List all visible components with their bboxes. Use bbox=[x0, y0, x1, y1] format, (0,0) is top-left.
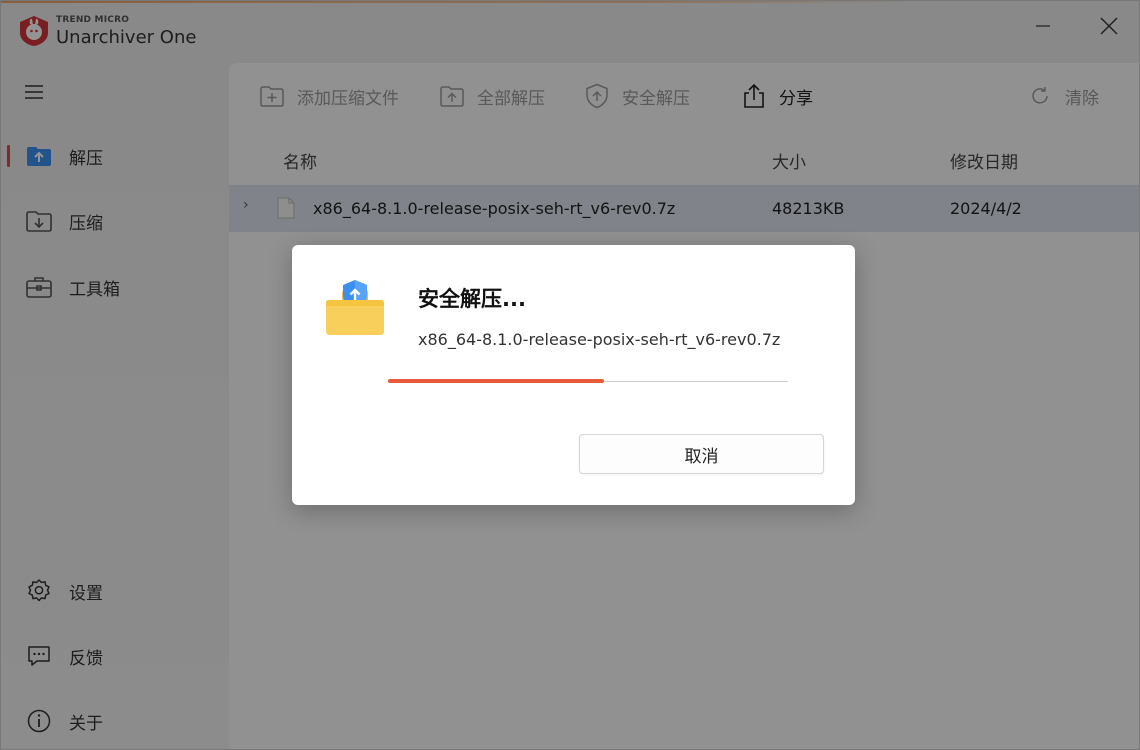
progress-bar bbox=[388, 379, 604, 383]
cancel-button[interactable]: 取消 bbox=[579, 434, 824, 474]
dialog-filename: x86_64-8.1.0-release-posix-seh-rt_v6-rev… bbox=[418, 330, 781, 349]
safe-extract-folder-icon bbox=[324, 279, 386, 337]
dialog-title: 安全解压... bbox=[418, 287, 526, 311]
safe-extract-dialog: 安全解压... x86_64-8.1.0-release-posix-seh-r… bbox=[292, 245, 855, 505]
